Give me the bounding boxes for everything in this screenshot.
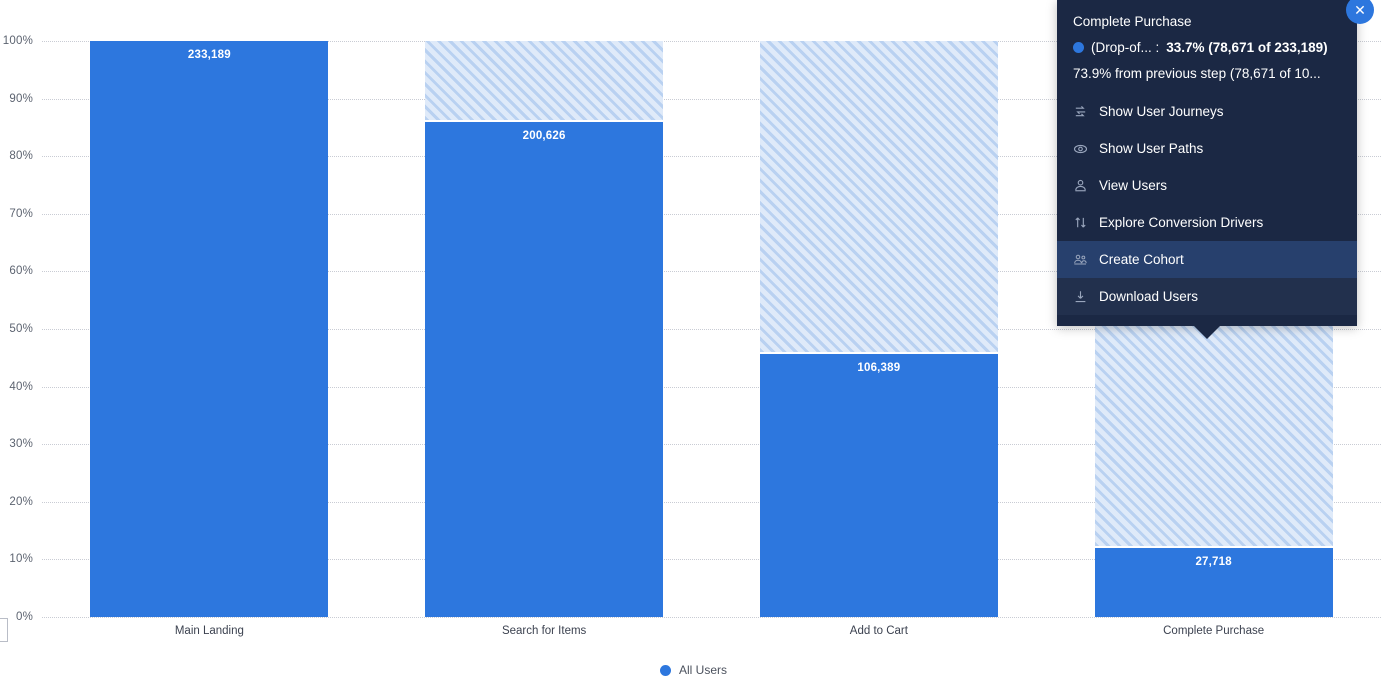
y-axis-tick-label: 40% <box>9 380 33 393</box>
legend-item[interactable]: All Users <box>659 663 727 677</box>
funnel-bar-value[interactable]: 200,626 <box>425 121 664 617</box>
funnel-bar-value[interactable]: 233,189 <box>90 41 329 617</box>
menu-item-label: Show User Paths <box>1099 141 1204 156</box>
close-icon[interactable]: ✕ <box>1346 0 1374 24</box>
funnel-bar-group[interactable]: 106,389 <box>759 41 998 617</box>
people-group-icon <box>1073 252 1088 267</box>
menu-item-label: Create Cohort <box>1099 252 1184 267</box>
tooltip-pointer-arrow <box>1194 326 1220 339</box>
x-axis-category-label: Complete Purchase <box>1163 625 1265 637</box>
bar-value-label: 233,189 <box>187 49 231 61</box>
chart-legend: All Users <box>0 663 1387 677</box>
funnel-bar-group[interactable]: 233,189 <box>90 41 329 617</box>
bar-value-label: 27,718 <box>1195 556 1232 569</box>
funnel-bar-value[interactable]: 106,389 <box>759 354 998 617</box>
funnel-bar-group[interactable]: 200,626 <box>425 41 664 617</box>
tooltip-footer-spacer <box>1057 315 1357 326</box>
funnel-bar-value[interactable]: 27,718 <box>1094 548 1333 617</box>
y-axis-tick-label: 10% <box>9 553 33 566</box>
tooltip-metric-value: 33.7% (78,671 of 233,189) <box>1166 40 1328 55</box>
menu-item-explore-conversion-drivers[interactable]: Explore Conversion Drivers <box>1057 204 1357 241</box>
user-journeys-icon <box>1073 104 1088 119</box>
menu-item-download-users[interactable]: Download Users <box>1057 278 1357 315</box>
bar-value-label: 106,389 <box>857 362 901 375</box>
tooltip-header: Complete Purchase (Drop-of... : 33.7% (7… <box>1057 0 1357 93</box>
menu-item-label: Explore Conversion Drivers <box>1099 215 1264 230</box>
y-axis-tick-label: 60% <box>9 265 33 278</box>
funnel-bar-dropoff[interactable] <box>425 41 664 122</box>
funnel-chart-screen: 100% 90% 80% 70% 60% 50% 40% 30% 20% 10% 0% 233,189… <box>0 0 1387 690</box>
menu-item-show-user-paths[interactable]: Show User Paths <box>1057 130 1357 167</box>
eye-icon <box>1073 141 1088 156</box>
series-color-dot <box>1073 42 1084 53</box>
tooltip-action-menu: Show User Journeys Show User Paths View Us… <box>1057 93 1357 315</box>
axis-corner-stub <box>0 618 8 642</box>
menu-item-label: View Users <box>1099 178 1168 193</box>
y-axis-tick-label: 100% <box>2 35 33 47</box>
x-axis-category-label: Search for Items <box>501 625 587 637</box>
menu-item-show-user-journeys[interactable]: Show User Journeys <box>1057 93 1357 130</box>
menu-item-label: Show User Journeys <box>1099 104 1224 119</box>
y-axis-tick-label: 30% <box>9 438 33 451</box>
legend-color-dot <box>659 664 671 676</box>
menu-item-label: Download Users <box>1099 289 1199 304</box>
menu-item-view-users[interactable]: View Users <box>1057 167 1357 204</box>
legend-label: All Users <box>678 663 727 677</box>
y-axis-tick-label: 50% <box>9 323 33 335</box>
tooltip-metric-row: (Drop-of... : 33.7% (78,671 of 233,189) <box>1073 40 1341 55</box>
x-axis-category-label: Main Landing <box>174 625 244 637</box>
y-axis-tick-label: 90% <box>9 92 33 105</box>
person-icon <box>1073 178 1088 193</box>
tooltip-title: Complete Purchase <box>1073 14 1192 29</box>
y-axis-tick-label: 70% <box>9 207 33 220</box>
sort-arrows-icon <box>1073 215 1088 230</box>
bar-value-label: 200,626 <box>522 129 566 142</box>
x-axis-category-label: Add to Cart <box>849 625 908 637</box>
y-axis-tick-label: 80% <box>9 150 33 163</box>
tooltip-metric-label: (Drop-of... : <box>1091 40 1160 55</box>
gridline <box>42 617 1381 618</box>
funnel-bar-dropoff[interactable] <box>759 41 998 355</box>
menu-item-create-cohort[interactable]: Create Cohort <box>1057 241 1357 278</box>
funnel-step-tooltip[interactable]: ✕ Complete Purchase (Drop-of... : 33.7% … <box>1057 0 1374 339</box>
download-icon <box>1073 289 1088 304</box>
tooltip-previous-step: 73.9% from previous step (78,671 of 10..… <box>1073 66 1321 81</box>
y-axis-tick-label: 20% <box>9 495 33 508</box>
